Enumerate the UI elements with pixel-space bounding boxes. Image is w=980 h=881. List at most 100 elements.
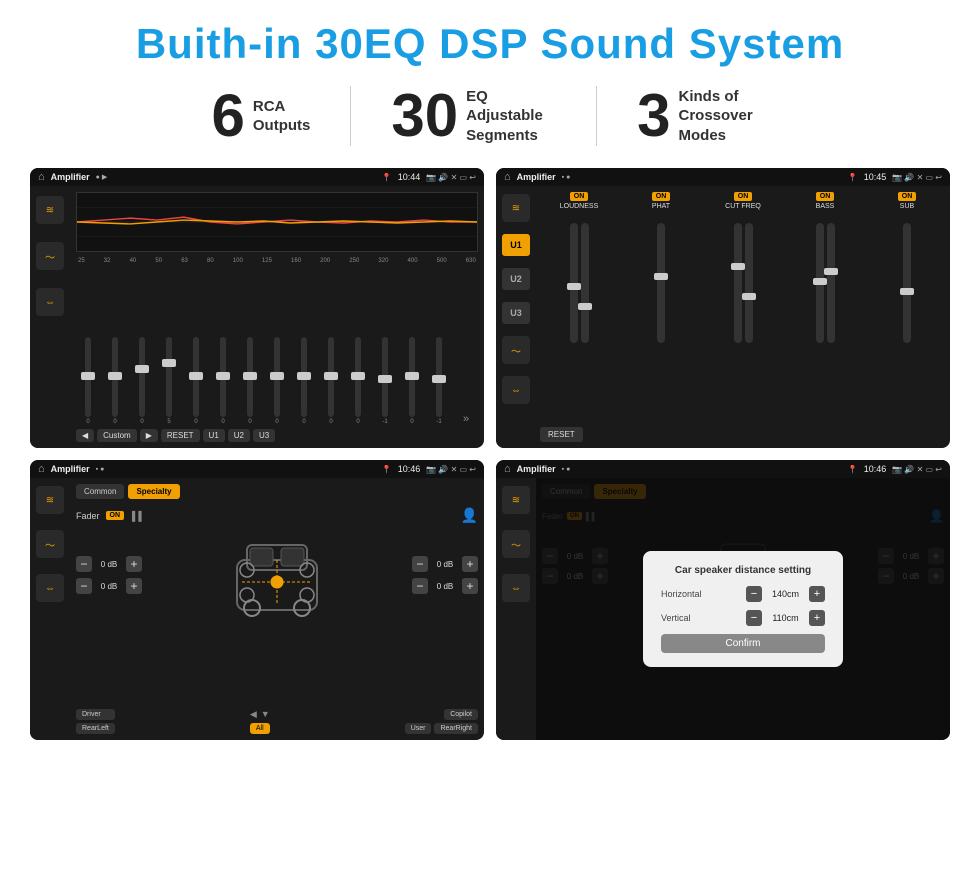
fader-home-icon[interactable]: ⌂ — [38, 463, 45, 475]
fader-status-bar: ⌂ Amplifier ▪ ● 📍 10:46 📷 🔊 ✕ ▭ ↩ — [30, 460, 484, 478]
page-title: Buith-in 30EQ DSP Sound System — [30, 20, 950, 68]
eq-slider-10[interactable]: 0 — [319, 337, 343, 425]
db-plus-2[interactable]: + — [126, 578, 142, 594]
modal-horizontal-plus[interactable]: + — [809, 586, 825, 602]
eq-custom-btn[interactable]: Custom — [97, 429, 137, 442]
eq-slider-2[interactable]: 0 — [103, 337, 127, 425]
fader-eq-btn[interactable]: ≋ — [36, 486, 64, 514]
fader-arrows-btn[interactable]: ⇔ — [36, 574, 64, 602]
fader-wave-btn[interactable]: 〜 — [36, 530, 64, 558]
modal-vertical-minus[interactable]: − — [746, 610, 762, 626]
dist-home-icon[interactable]: ⌂ — [504, 463, 511, 475]
modal-confirm-btn[interactable]: Confirm — [661, 634, 825, 653]
dsp-cutfreq-channel: ON CUT FREQ — [704, 192, 782, 423]
eq-slider-8[interactable]: 0 — [265, 337, 289, 425]
dsp-phat-on[interactable]: ON — [652, 192, 671, 201]
eq-sidebar-wave-btn[interactable]: 〜 — [36, 242, 64, 270]
modal-horizontal-minus[interactable]: − — [746, 586, 762, 602]
dsp-screen: ⌂ Amplifier ▪ ● 📍 10:45 📷 🔊 ✕ ▭ ↩ ≋ U1 U… — [496, 168, 950, 448]
eq-reset-btn[interactable]: RESET — [161, 429, 200, 442]
modal-vertical-label: Vertical — [661, 613, 740, 623]
eq-slider-4[interactable]: 5 — [157, 337, 181, 425]
eq-u2-btn[interactable]: U2 — [228, 429, 250, 442]
db-plus-4[interactable]: + — [462, 578, 478, 594]
eq-prev-btn[interactable]: ◀ — [76, 429, 94, 442]
modal-vertical-plus[interactable]: + — [809, 610, 825, 626]
fader-copilot-btn[interactable]: Copilot — [444, 709, 478, 720]
eq-sidebar-eq-btn[interactable]: ≋ — [36, 196, 64, 224]
dsp-cutfreq-on[interactable]: ON — [734, 192, 753, 201]
fader-screen: ⌂ Amplifier ▪ ● 📍 10:46 📷 🔊 ✕ ▭ ↩ ≋ 〜 ⇔ … — [30, 460, 484, 740]
dsp-loudness-slider2[interactable] — [581, 223, 589, 343]
dsp-u2-btn[interactable]: U2 — [502, 268, 530, 290]
dsp-u3-btn[interactable]: U3 — [502, 302, 530, 324]
eq-slider-6[interactable]: 0 — [211, 337, 235, 425]
dsp-cutfreq-slider1[interactable] — [734, 223, 742, 343]
dsp-eq-btn[interactable]: ≋ — [502, 194, 530, 222]
dsp-u1-btn[interactable]: U1 — [502, 234, 530, 256]
db-val-3: 0 dB — [431, 560, 459, 569]
db-minus-3[interactable]: − — [412, 556, 428, 572]
db-plus-3[interactable]: + — [462, 556, 478, 572]
fader-rearright-btn[interactable]: RearRight — [434, 723, 478, 734]
eq-u3-btn[interactable]: U3 — [253, 429, 275, 442]
eq-time: 10:44 — [398, 172, 421, 182]
eq-sidebar-arrows-btn[interactable]: ⇔ — [36, 288, 64, 316]
dsp-loudness-slider1[interactable] — [570, 223, 578, 343]
stat-rca-number: 6 — [212, 86, 245, 146]
eq-slider-expand[interactable]: » — [454, 413, 478, 425]
dist-main: Common Specialty Fader ON ▌▌ 👤 −0 dB+ — [536, 478, 950, 740]
dsp-reset-btn[interactable]: RESET — [540, 427, 583, 442]
eq-slider-13[interactable]: 0 — [400, 337, 424, 425]
db-minus-2[interactable]: − — [76, 578, 92, 594]
modal-overlay: Car speaker distance setting Horizontal … — [536, 478, 950, 740]
eq-slider-14[interactable]: -1 — [427, 337, 451, 425]
eq-status-bar: ⌂ Amplifier ● ▶ 📍 10:44 📷 🔊 ✕ ▭ ↩ — [30, 168, 484, 186]
eq-slider-7[interactable]: 0 — [238, 337, 262, 425]
fader-tab-common[interactable]: Common — [76, 484, 124, 499]
eq-next-btn[interactable]: ▶ — [140, 429, 158, 442]
page-wrapper: Buith-in 30EQ DSP Sound System 6 RCA Out… — [0, 0, 980, 760]
modal-horizontal-value: 140cm — [768, 589, 803, 599]
dist-eq-btn[interactable]: ≋ — [502, 486, 530, 514]
dsp-bass-channel: ON BASS — [786, 192, 864, 423]
db-row-1: − 0 dB + — [76, 556, 142, 572]
fader-tabs: Common Specialty — [76, 484, 478, 499]
fader-on-badge[interactable]: ON — [106, 511, 125, 520]
eq-slider-12[interactable]: -1 — [373, 337, 397, 425]
fader-left-icon[interactable]: ◀ — [250, 709, 257, 720]
dsp-wave-btn[interactable]: 〜 — [502, 336, 530, 364]
eq-slider-11[interactable]: 0 — [346, 337, 370, 425]
eq-slider-3[interactable]: 0 — [130, 337, 154, 425]
eq-slider-9[interactable]: 0 — [292, 337, 316, 425]
fader-driver-btn[interactable]: Driver — [76, 709, 115, 720]
eq-slider-5[interactable]: 0 — [184, 337, 208, 425]
fader-down-icon[interactable]: ▼ — [261, 709, 270, 720]
dist-wave-btn[interactable]: 〜 — [502, 530, 530, 558]
db-minus-4[interactable]: − — [412, 578, 428, 594]
dsp-sub-on[interactable]: ON — [898, 192, 917, 201]
dsp-bass-slider2[interactable] — [827, 223, 835, 343]
dsp-phat-slider1[interactable] — [657, 223, 665, 343]
dsp-sub-slider1[interactable] — [903, 223, 911, 343]
fader-tab-specialty[interactable]: Specialty — [128, 484, 179, 499]
dsp-bass-on[interactable]: ON — [816, 192, 835, 201]
db-minus-1[interactable]: − — [76, 556, 92, 572]
eq-app-name: Amplifier — [51, 172, 90, 182]
fader-user-btn[interactable]: User — [405, 723, 432, 734]
dsp-home-icon[interactable]: ⌂ — [504, 171, 511, 183]
dsp-arrows-btn[interactable]: ⇔ — [502, 376, 530, 404]
eq-u1-btn[interactable]: U1 — [203, 429, 225, 442]
dsp-phat-channel: ON PHAT — [622, 192, 700, 423]
dsp-cutfreq-slider2[interactable] — [745, 223, 753, 343]
eq-slider-1[interactable]: 0 — [76, 337, 100, 425]
db-plus-1[interactable]: + — [126, 556, 142, 572]
home-icon[interactable]: ⌂ — [38, 171, 45, 183]
fader-all-btn[interactable]: All — [250, 723, 270, 734]
dsp-loudness-on[interactable]: ON — [570, 192, 589, 201]
dist-arrows-btn[interactable]: ⇔ — [502, 574, 530, 602]
fader-rearleft-btn[interactable]: RearLeft — [76, 723, 115, 734]
dsp-bass-slider1[interactable] — [816, 223, 824, 343]
db-row-2: − 0 dB + — [76, 578, 142, 594]
fader-sidebar: ≋ 〜 ⇔ — [30, 478, 70, 740]
